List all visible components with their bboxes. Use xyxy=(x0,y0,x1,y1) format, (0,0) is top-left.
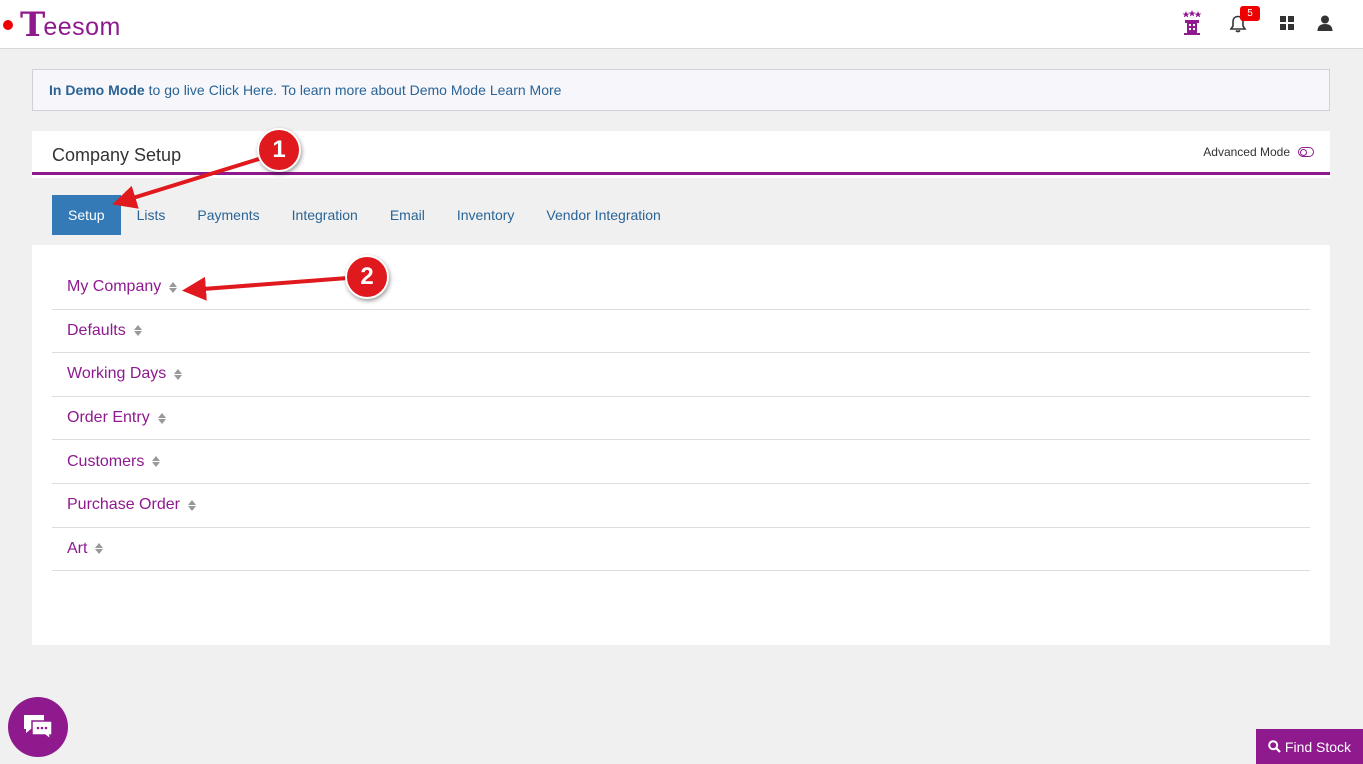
tab-inventory[interactable]: Inventory xyxy=(441,195,531,235)
company-setup-panel: Company Setup Advanced Mode Setup Lists … xyxy=(32,131,1330,645)
recording-dot xyxy=(3,20,13,30)
search-icon xyxy=(1268,740,1281,753)
sort-icon xyxy=(174,368,183,380)
tab-payments[interactable]: Payments xyxy=(181,195,275,235)
accordion-label: Purchase Order xyxy=(67,496,180,514)
learn-more-link[interactable]: Learn More xyxy=(490,82,562,98)
sort-icon xyxy=(152,456,161,468)
setup-accordion: My Company Defaults Working Days Order E… xyxy=(52,266,1310,572)
castle-icon[interactable] xyxy=(1180,10,1204,36)
accordion-working-days[interactable]: Working Days xyxy=(52,353,1310,397)
demo-text-2: To learn more about Demo Mode xyxy=(281,82,486,98)
sort-icon xyxy=(169,281,178,293)
notification-badge: 5 xyxy=(1240,6,1260,21)
apps-grid-icon[interactable] xyxy=(1280,16,1294,30)
demo-mode-label: In Demo Mode xyxy=(49,82,145,98)
tab-vendor-integration[interactable]: Vendor Integration xyxy=(530,195,676,235)
logo-text: eesom xyxy=(43,13,121,41)
tab-email[interactable]: Email xyxy=(374,195,441,235)
demo-mode-banner: In Demo Mode to go live Click Here. To l… xyxy=(32,69,1330,111)
accordion-defaults[interactable]: Defaults xyxy=(52,310,1310,354)
page-title: Company Setup xyxy=(52,145,182,165)
teesom-logo[interactable]: T eesom xyxy=(20,8,121,42)
sort-icon xyxy=(157,412,166,424)
advanced-mode-label: Advanced Mode xyxy=(1203,145,1290,159)
top-navbar: T eesom 5 xyxy=(0,0,1363,49)
accordion-my-company[interactable]: My Company xyxy=(52,266,1310,310)
go-live-link[interactable]: Click Here. xyxy=(209,82,277,98)
sort-icon xyxy=(133,325,142,337)
setup-tabs: Setup Lists Payments Integration Email I… xyxy=(52,195,677,235)
tab-setup[interactable]: Setup xyxy=(52,195,121,235)
user-icon[interactable] xyxy=(1317,14,1333,32)
tab-integration[interactable]: Integration xyxy=(276,195,374,235)
demo-text-1: to go live xyxy=(148,82,205,98)
accordion-label: My Company xyxy=(67,278,162,296)
chat-bubble-icon xyxy=(24,715,53,741)
accordion-art[interactable]: Art xyxy=(52,528,1310,572)
accordion-customers[interactable]: Customers xyxy=(52,440,1310,484)
accordion-order-entry[interactable]: Order Entry xyxy=(52,397,1310,441)
chat-button[interactable] xyxy=(8,697,68,757)
accordion-label: Art xyxy=(67,539,88,557)
panel-header: Company Setup Advanced Mode xyxy=(32,131,1330,175)
find-stock-label: Find Stock xyxy=(1284,738,1352,755)
accordion-purchase-order[interactable]: Purchase Order xyxy=(52,484,1310,528)
accordion-label: Order Entry xyxy=(67,409,150,427)
tab-lists[interactable]: Lists xyxy=(121,195,182,235)
accordion-label: Customers xyxy=(67,452,145,470)
advanced-mode-toggle[interactable]: Advanced Mode xyxy=(1203,145,1314,159)
sort-icon xyxy=(187,499,196,511)
accordion-label: Defaults xyxy=(67,321,126,339)
callout-1: 1 xyxy=(257,128,301,172)
find-stock-button[interactable]: Find Stock xyxy=(1256,729,1363,764)
sort-icon xyxy=(95,543,104,555)
callout-2: 2 xyxy=(345,255,389,299)
toggle-switch-icon[interactable] xyxy=(1298,147,1314,157)
accordion-label: Working Days xyxy=(67,365,167,383)
logo-initial: T xyxy=(20,5,46,45)
tabs-area: Setup Lists Payments Integration Email I… xyxy=(32,178,1330,245)
